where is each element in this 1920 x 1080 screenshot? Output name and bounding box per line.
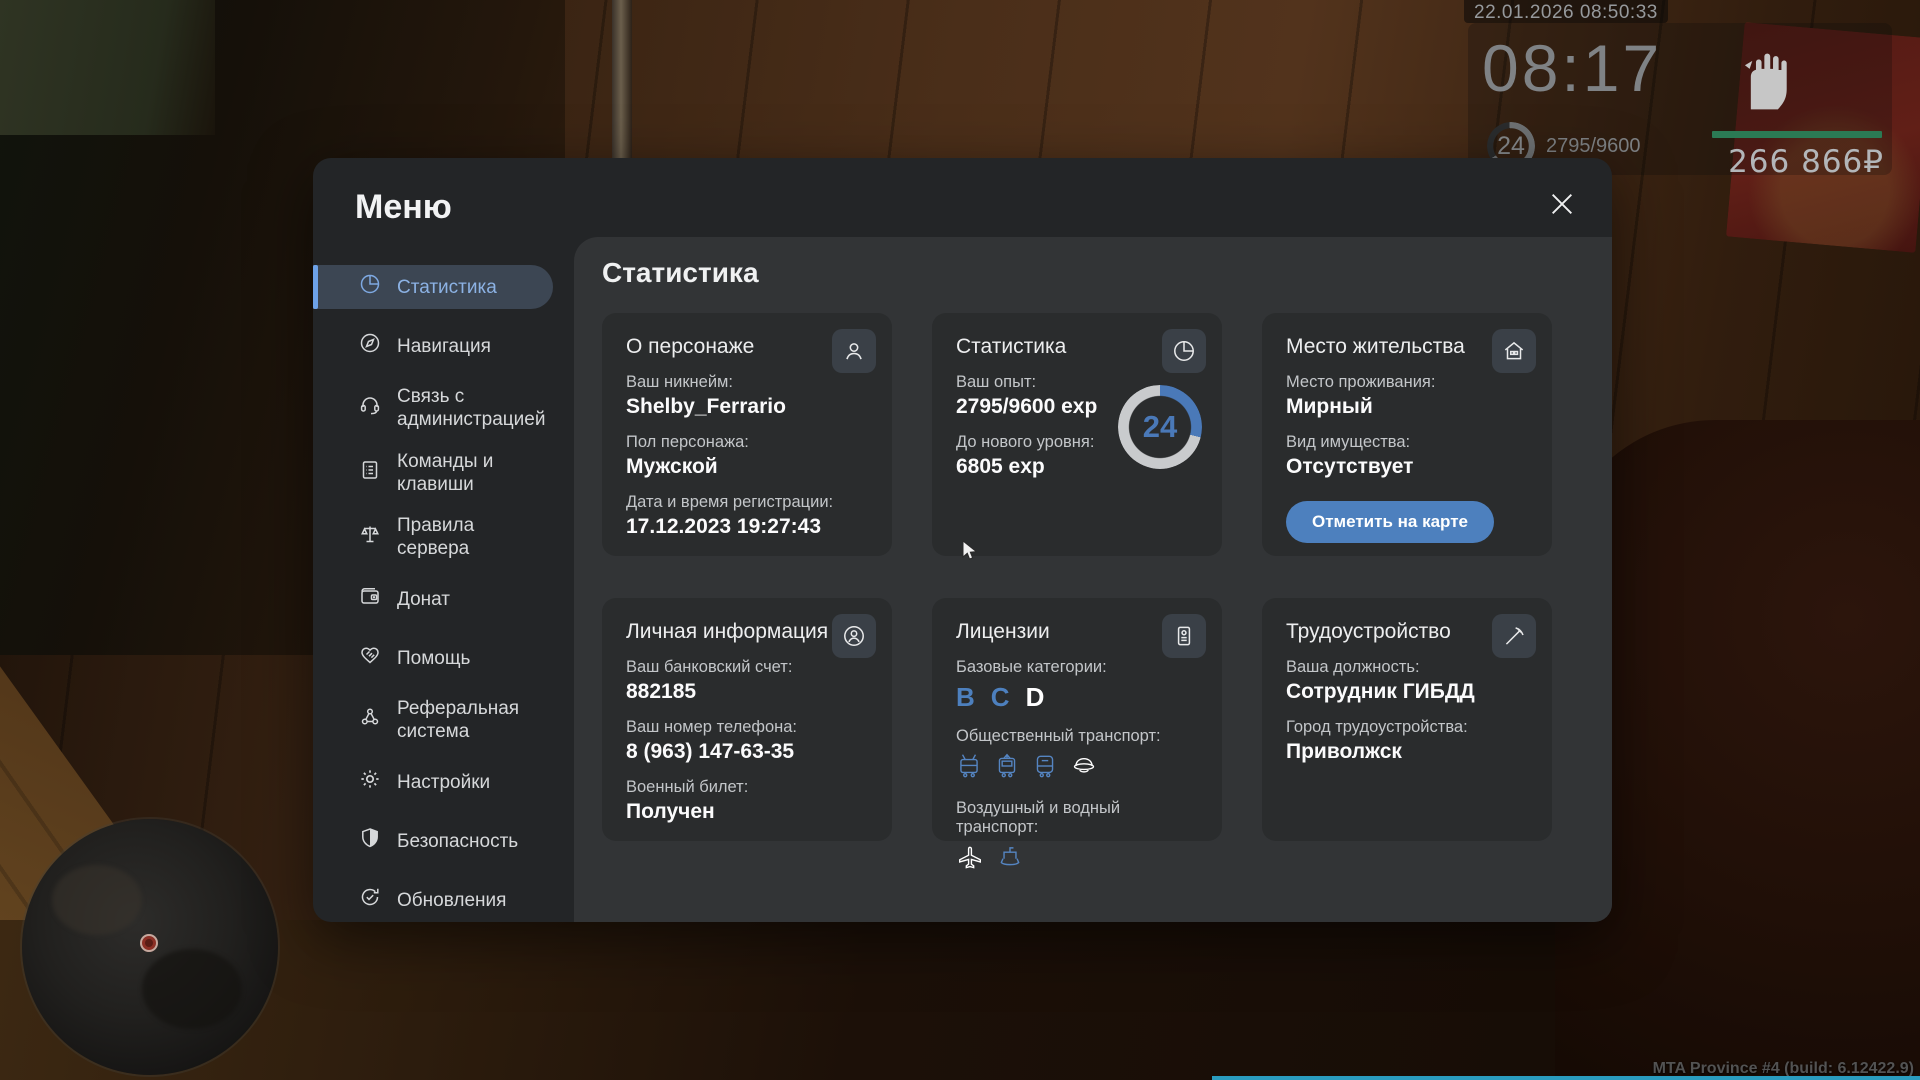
pickaxe-icon <box>1492 614 1536 658</box>
bottom-edge-strip <box>1212 1076 1920 1080</box>
card-about-character: О персонаже Ваш никнейм: Shelby_Ferrario… <box>602 313 892 556</box>
pie-chart-icon <box>358 272 382 302</box>
sidebar-item-security[interactable]: Безопасность <box>313 819 553 863</box>
plane-icon <box>956 843 984 874</box>
green-wall-patch <box>0 0 215 135</box>
gear-icon <box>358 767 382 797</box>
sidebar-item-label: Безопасность <box>397 830 518 853</box>
headset-icon <box>358 393 382 423</box>
network-icon <box>358 705 382 735</box>
hud-clock: 08:17 <box>1482 30 1692 106</box>
tram-icon <box>994 752 1020 785</box>
card-licenses: Лицензии Базовые категории: B C D <box>932 598 1222 841</box>
sidebar-item-label: Статистика <box>397 276 497 299</box>
sidebar-item-label: Реферальная система <box>397 697 543 743</box>
field-air-water-transport: Воздушный и водный транспорт: <box>956 799 1198 874</box>
ship-icon <box>996 843 1024 874</box>
sidebar-item-help[interactable]: Помощь <box>313 636 553 680</box>
field-phone: Ваш номер телефона: 8 (963) 147-63-35 <box>626 718 868 764</box>
sidebar-item-referral[interactable]: Реферальная система <box>313 695 553 745</box>
sidebar-item-label: Настройки <box>397 771 490 794</box>
compass-icon <box>358 331 382 361</box>
sidebar-item-label: Навигация <box>397 335 491 358</box>
sidebar: Статистика Навигация Связь с администрац… <box>313 256 574 922</box>
cards-grid: О персонаже Ваш никнейм: Shelby_Ferrario… <box>602 313 1552 841</box>
sidebar-item-updates[interactable]: Обновления <box>313 878 553 922</box>
close-button[interactable] <box>1544 188 1580 224</box>
page-title: Статистика <box>602 257 759 289</box>
license-category-c: C <box>991 682 1010 713</box>
sidebar-item-settings[interactable]: Настройки <box>313 760 553 804</box>
field-nickname: Ваш никнейм: Shelby_Ferrario <box>626 373 868 419</box>
field-job-title: Ваша должность: Сотрудник ГИБДД <box>1286 658 1528 704</box>
card-statistics: Статистика Ваш опыт: 2795/9600 exp До но… <box>932 313 1222 556</box>
minimap <box>22 819 278 1075</box>
level-progress-ring: 24 <box>1118 385 1202 469</box>
field-bank-account: Ваш банковский счет: 882185 <box>626 658 868 704</box>
card-residence: Место жительства Место проживания: Мирны… <box>1262 313 1552 556</box>
sidebar-item-label: Команды и клавиши <box>397 450 543 496</box>
fist-icon <box>1742 44 1792 121</box>
hud-datetime: 22.01.2026 08:50:33 <box>1464 0 1668 23</box>
sidebar-item-label: Обновления <box>397 889 506 912</box>
train-icon <box>1032 752 1058 785</box>
commands-list-icon <box>358 458 382 488</box>
sidebar-item-label: Правила сервера <box>397 514 543 560</box>
door-frame <box>612 0 632 160</box>
close-icon <box>1548 190 1576 223</box>
sidebar-item-donate[interactable]: Донат <box>313 577 553 621</box>
trolleybus-icon <box>956 752 982 785</box>
pie-chart-icon <box>1162 329 1206 373</box>
sidebar-item-admin-contact[interactable]: Связь с администрацией <box>313 383 553 433</box>
field-job-city: Город трудоустройства: Приволжск <box>1286 718 1528 764</box>
person-icon <box>832 329 876 373</box>
shield-icon <box>358 826 382 856</box>
update-check-icon <box>358 885 382 915</box>
field-public-transport: Общественный транспорт: <box>956 727 1198 785</box>
menu-title: Меню <box>355 188 452 227</box>
player-marker-icon <box>140 934 158 952</box>
mark-on-map-button[interactable]: Отметить на карте <box>1286 501 1494 543</box>
license-category-b: B <box>956 682 975 713</box>
card-personal-info: Личная информация Ваш банковский счет: 8… <box>602 598 892 841</box>
id-card-icon <box>1162 614 1206 658</box>
sidebar-item-label: Донат <box>397 588 450 611</box>
house-icon <box>1492 329 1536 373</box>
hud-exp: 2795/9600 <box>1546 135 1641 158</box>
field-base-categories: Базовые категории: B C D <box>956 658 1198 713</box>
sidebar-item-server-rules[interactable]: Правила сервера <box>313 513 553 563</box>
sidebar-item-navigation[interactable]: Навигация <box>313 324 553 368</box>
level-number: 24 <box>1118 385 1202 469</box>
field-gender: Пол персонажа: Мужской <box>626 433 868 479</box>
field-property: Вид имущества: Отсутствует <box>1286 433 1528 479</box>
hud-money: 266 866₽ <box>1692 144 1884 180</box>
license-category-d: D <box>1026 682 1045 713</box>
content-area: Статистика О персонаже Ваш никнейм: Shel… <box>574 237 1612 922</box>
heart-handshake-icon <box>358 643 382 673</box>
health-bar <box>1712 131 1882 138</box>
person-circle-icon <box>832 614 876 658</box>
mouse-cursor <box>961 540 981 567</box>
sidebar-item-statistics[interactable]: Статистика <box>313 265 553 309</box>
card-employment: Трудоустройство Ваша должность: Сотрудни… <box>1262 598 1552 841</box>
scales-icon <box>358 522 382 552</box>
sidebar-item-label: Связь с администрацией <box>397 385 545 431</box>
sidebar-item-commands[interactable]: Команды и клавиши <box>313 448 553 498</box>
field-registration: Дата и время регистрации: 17.12.2023 19:… <box>626 493 868 539</box>
driver-cap-icon <box>1070 752 1098 785</box>
field-residence-city: Место проживания: Мирный <box>1286 373 1528 419</box>
wallet-icon <box>358 584 382 614</box>
field-military-id: Военный билет: Получен <box>626 778 868 824</box>
sidebar-item-label: Помощь <box>397 647 470 670</box>
